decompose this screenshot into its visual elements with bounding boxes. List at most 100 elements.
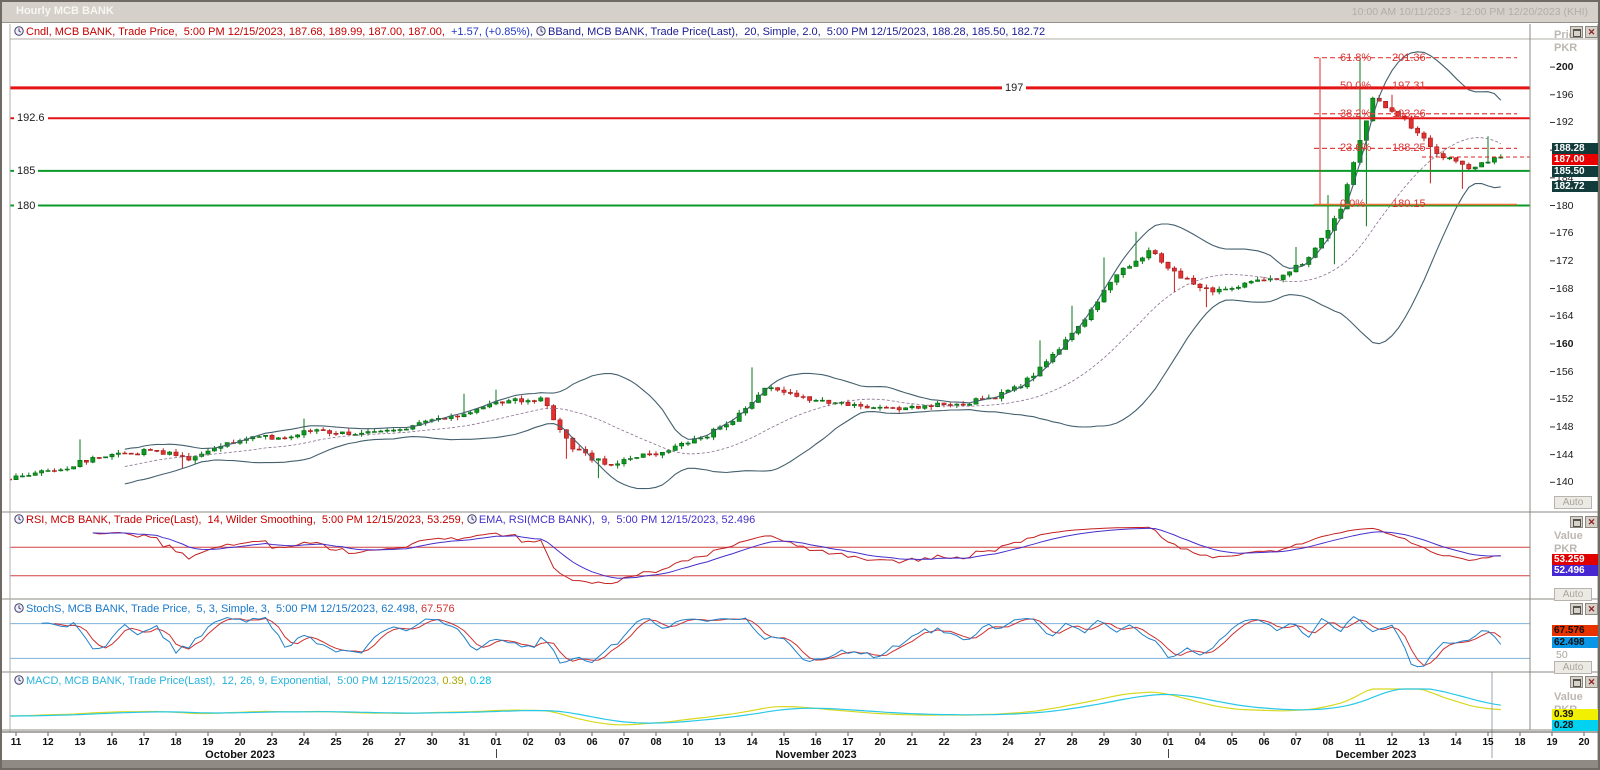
legend-text: StochS, MCB BANK, Trade Price, 5, 3, Sim…: [26, 603, 421, 615]
date-tick: 16: [106, 737, 118, 748]
date-tick: 13: [74, 737, 86, 748]
price-pane-axis-auto-button[interactable]: Auto: [1554, 496, 1592, 509]
window-titlebar: Hourly MCB BANK 10:00 AM 10/11/2023 - 12…: [2, 2, 1598, 23]
price-axis-tick: 172: [1556, 254, 1574, 267]
restore-icon: [1572, 679, 1581, 687]
date-tick: 25: [330, 737, 342, 748]
date-tick: 12: [42, 737, 54, 748]
date-tick: 16: [810, 737, 822, 748]
fib-value-label: 188.25: [1392, 142, 1426, 155]
price-axis-tick: 176: [1556, 227, 1574, 240]
legend-text: 67.576: [421, 603, 455, 615]
legend-text: +1.57, (+0.85%),: [451, 26, 536, 38]
stoch-value-box: 67.576: [1552, 625, 1598, 637]
month-label: October 2023: [205, 749, 275, 761]
date-tick: 05: [1226, 737, 1238, 748]
date-tick: 17: [138, 737, 150, 748]
date-tick: 08: [1322, 737, 1334, 748]
stoch-value-box: 62.498: [1552, 636, 1598, 648]
price-pane-close-button[interactable]: ✕: [1585, 26, 1598, 38]
macd-value-box: 0.39: [1552, 708, 1598, 720]
date-tick: 17: [842, 737, 854, 748]
date-tick: 23: [970, 737, 982, 748]
date-tick: 21: [906, 737, 918, 748]
price-axis-tick: 148: [1556, 420, 1574, 433]
fib-pct-label: 0.0%: [1340, 198, 1366, 211]
clock-interval-icon: [14, 514, 25, 524]
date-tick: 28: [1066, 737, 1078, 748]
date-tick: 04: [1194, 737, 1206, 748]
price-axis-tick: 144: [1556, 448, 1574, 461]
price-level-label: 197: [1002, 81, 1027, 94]
date-tick: 01: [1162, 737, 1174, 748]
rsi-value-box: 53.259: [1552, 553, 1598, 565]
macd-pane-restore-button[interactable]: [1570, 676, 1583, 688]
date-tick: 15: [778, 737, 790, 748]
date-tick: 20: [234, 737, 246, 748]
clock-interval-icon: [467, 514, 478, 524]
month-separator: [1168, 749, 1169, 758]
clock-interval-icon: [14, 26, 25, 36]
date-tick: 29: [1098, 737, 1110, 748]
price-axis-tick: 192: [1556, 116, 1574, 129]
date-tick: 07: [618, 737, 630, 748]
fib-value-label: 197.31: [1392, 79, 1426, 92]
rsi-axis-unit: Value: [1554, 530, 1583, 542]
stoch-pane-axis-auto-button[interactable]: Auto: [1554, 661, 1592, 674]
macd-pane-close-button[interactable]: ✕: [1585, 676, 1598, 688]
date-tick: 02: [522, 737, 534, 748]
date-tick: 01: [490, 737, 502, 748]
fib-value-label: 180.15: [1392, 198, 1426, 211]
fib-value-label: 193.26: [1392, 107, 1426, 120]
date-tick: 22: [938, 737, 950, 748]
date-tick: 23: [266, 737, 278, 748]
date-tick: 18: [170, 737, 182, 748]
fib-value-label: 201.36: [1392, 51, 1426, 64]
charting-app-window: Hourly MCB BANK 10:00 AM 10/11/2023 - 12…: [0, 0, 1600, 770]
restore-icon: [1572, 29, 1581, 37]
price-pane-legend: Cndl, MCB BANK, Trade Price, 5:00 PM 12/…: [14, 26, 1045, 39]
date-tick: 13: [1418, 737, 1430, 748]
macd-pane-legend: MACD, MCB BANK, Trade Price(Last), 12, 2…: [14, 675, 491, 688]
date-tick: 30: [426, 737, 438, 748]
rsi-pane-close-button[interactable]: ✕: [1585, 516, 1598, 528]
rsi-pane-restore-button[interactable]: [1570, 516, 1583, 528]
legend-text: RSI, MCB BANK, Trade Price(Last), 14, Wi…: [26, 514, 467, 526]
clock-interval-icon: [536, 26, 547, 36]
macd-axis-unit: Value: [1554, 691, 1583, 703]
rsi-pane-legend: RSI, MCB BANK, Trade Price(Last), 14, Wi…: [14, 514, 755, 527]
price-value-box: 182.72: [1552, 181, 1598, 193]
fib-pct-label: 50.0%: [1340, 79, 1372, 92]
date-tick: 26: [362, 737, 374, 748]
date-tick: 03: [554, 737, 566, 748]
date-tick: 07: [1290, 737, 1302, 748]
stoch-pane-legend: StochS, MCB BANK, Trade Price, 5, 3, Sim…: [14, 603, 455, 616]
date-tick: 19: [1546, 737, 1558, 748]
date-tick: 20: [874, 737, 886, 748]
rsi-pane-axis-auto-button[interactable]: Auto: [1554, 588, 1592, 601]
price-axis-tick: 140: [1556, 476, 1574, 489]
window-bottom-edge: [2, 760, 1598, 768]
stoch-pane-restore-button[interactable]: [1570, 603, 1583, 615]
date-tick: 14: [1450, 737, 1462, 748]
date-tick: 27: [394, 737, 406, 748]
date-tick: 24: [1002, 737, 1014, 748]
date-tick: 10: [682, 737, 694, 748]
date-tick: 30: [1130, 737, 1142, 748]
date-tick: 06: [1258, 737, 1270, 748]
legend-text: 0.28: [469, 675, 492, 687]
clock-interval-icon: [14, 603, 25, 613]
date-tick: 27: [1034, 737, 1046, 748]
stoch-pane-close-button[interactable]: ✕: [1585, 603, 1598, 615]
date-tick: 15: [1482, 737, 1494, 748]
legend-text: MACD, MCB BANK, Trade Price(Last), 12, 2…: [26, 675, 443, 687]
clock-interval-icon: [14, 675, 25, 685]
month-label: December 2023: [1335, 749, 1417, 761]
legend-text: EMA, RSI(MCB BANK), 9, 5:00 PM 12/15/202…: [478, 514, 756, 526]
price-pane-restore-button[interactable]: [1570, 26, 1583, 38]
price-axis-unit: PKR: [1554, 42, 1578, 54]
date-tick: 14: [746, 737, 758, 748]
date-tick: 11: [10, 737, 22, 748]
fib-pct-label: 23.6%: [1340, 142, 1372, 155]
restore-icon: [1572, 606, 1581, 614]
